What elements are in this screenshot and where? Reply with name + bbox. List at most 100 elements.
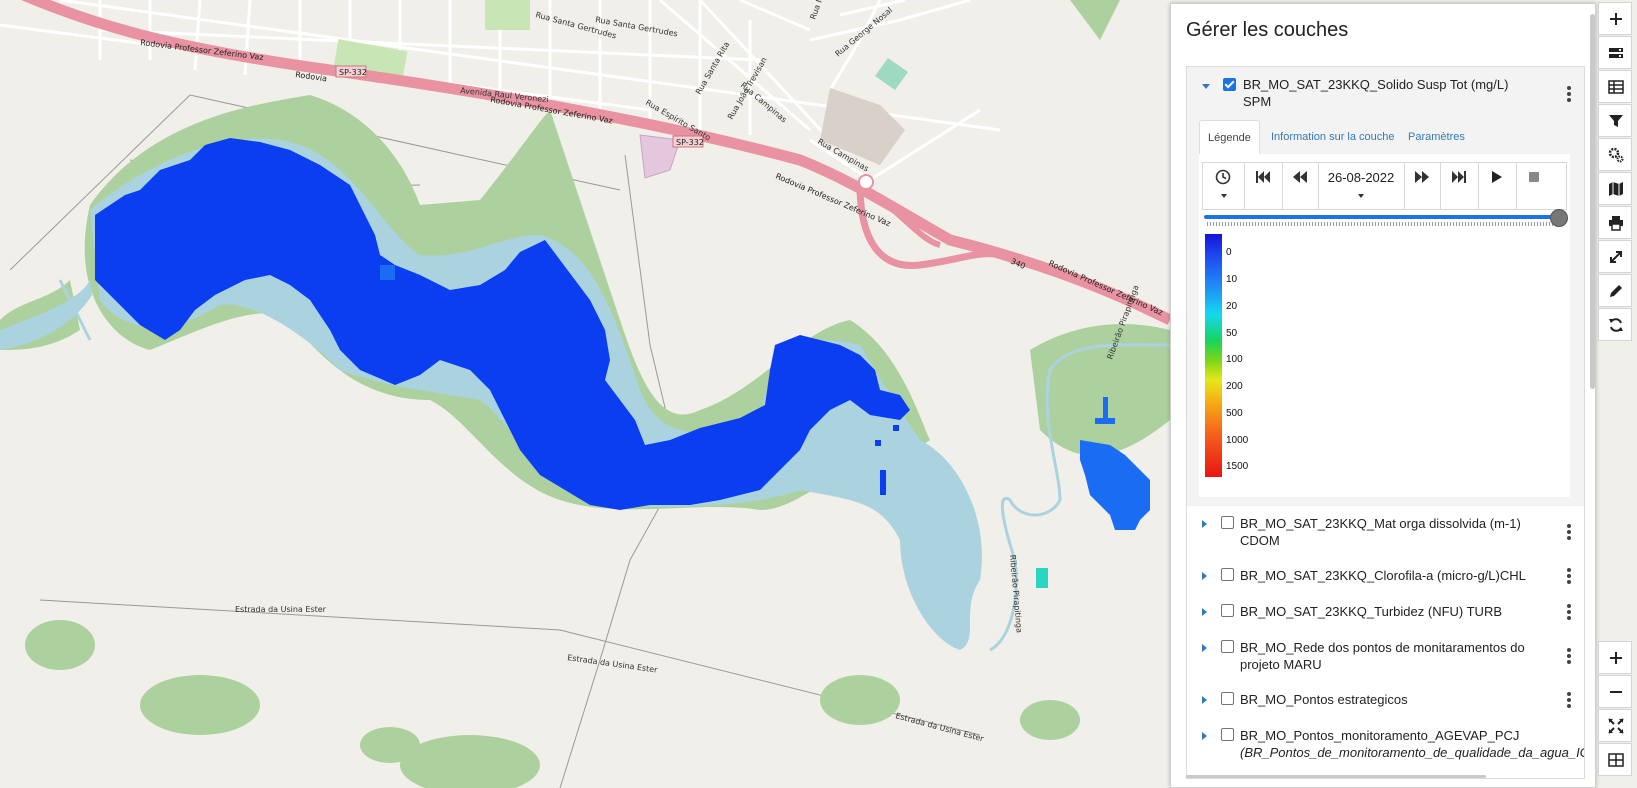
layer-visibility-checkbox[interactable] bbox=[1221, 568, 1234, 581]
layer-menu-icon[interactable] bbox=[1567, 86, 1571, 104]
skip-back-icon bbox=[1256, 171, 1270, 183]
settings-button[interactable] bbox=[1598, 138, 1632, 171]
refresh-icon bbox=[1609, 318, 1623, 332]
expand-caret-icon[interactable] bbox=[1202, 608, 1207, 616]
expand-caret-icon[interactable] bbox=[1202, 696, 1207, 704]
layer-item-pontos-estrategicos: BR_MO_Pontos estrategicos bbox=[1186, 682, 1585, 719]
grid-button[interactable] bbox=[1598, 743, 1632, 776]
skip-forward-icon bbox=[1452, 171, 1466, 183]
time-slider-handle[interactable] bbox=[1550, 209, 1568, 227]
table-icon bbox=[1608, 80, 1624, 94]
layer-item-rede-maru: BR_MO_Rede dos pontos de monitaramentos … bbox=[1186, 630, 1585, 683]
expand-caret-icon[interactable] bbox=[1202, 644, 1207, 652]
layers-button[interactable] bbox=[1598, 36, 1632, 69]
basemap-button[interactable] bbox=[1598, 172, 1632, 205]
layer-name: BR_MO_Pontos_monitoramento_AGEVAP_PCJ (BR… bbox=[1240, 728, 1585, 760]
layer-visibility-checkbox[interactable] bbox=[1221, 640, 1234, 653]
tab-parametres[interactable]: Paramètres bbox=[1400, 120, 1473, 154]
layer-name: BR_MO_SAT_23KKQ_Solido Susp Tot (mg/L) S… bbox=[1243, 77, 1509, 109]
layer-item-spm: BR_MO_SAT_23KKQ_Solido Susp Tot (mg/L) S… bbox=[1186, 66, 1585, 508]
panel-scrollbar[interactable] bbox=[1590, 14, 1595, 389]
stop-button[interactable] bbox=[1516, 163, 1552, 209]
fullscreen-icon bbox=[1608, 718, 1624, 734]
expand-caret-icon[interactable] bbox=[1202, 732, 1207, 740]
svg-text:Estrada da Usina Ester: Estrada da Usina Ester bbox=[235, 605, 327, 614]
tab-information[interactable]: Information sur la couche bbox=[1263, 120, 1403, 154]
layer-name: BR_MO_SAT_23KKQ_Clorofila-a (micro-g/L)C… bbox=[1240, 568, 1526, 583]
layer-visibility-checkbox[interactable] bbox=[1221, 692, 1234, 705]
step-back-icon bbox=[1293, 171, 1307, 183]
layer-item-turb: BR_MO_SAT_23KKQ_Turbidez (NFU) TURB bbox=[1186, 594, 1585, 631]
layer-name: BR_MO_Rede dos pontos de monitaramentos … bbox=[1240, 640, 1525, 672]
stop-icon bbox=[1529, 172, 1539, 182]
date-value: 26-08-2022 bbox=[1327, 170, 1395, 185]
map-toolbar bbox=[1598, 0, 1633, 788]
layer-visibility-checkbox[interactable] bbox=[1223, 78, 1236, 91]
legend-label: 20 bbox=[1226, 301, 1238, 312]
layer-visibility-checkbox[interactable] bbox=[1221, 604, 1234, 617]
layer-visibility-checkbox[interactable] bbox=[1221, 516, 1234, 529]
refresh-button[interactable] bbox=[1598, 308, 1632, 341]
filter-button[interactable] bbox=[1598, 104, 1632, 137]
step-forward-button[interactable] bbox=[1404, 163, 1441, 209]
layer-name: BR_MO_Pontos estrategicos bbox=[1240, 692, 1408, 707]
layer-visibility-checkbox[interactable] bbox=[1221, 728, 1234, 741]
layer-menu-icon[interactable] bbox=[1567, 648, 1571, 666]
legend-color-ramp bbox=[1205, 234, 1222, 477]
grid-icon bbox=[1608, 753, 1624, 767]
draw-button[interactable] bbox=[1598, 274, 1632, 307]
print-button[interactable] bbox=[1598, 206, 1632, 239]
legend-label: 0 bbox=[1226, 247, 1232, 258]
skip-forward-button[interactable] bbox=[1440, 163, 1479, 209]
clock-icon bbox=[1215, 169, 1231, 185]
play-button[interactable] bbox=[1478, 163, 1517, 209]
step-forward-icon bbox=[1415, 171, 1429, 183]
collapse-caret-icon[interactable] bbox=[1202, 84, 1210, 89]
svg-text:SP-332: SP-332 bbox=[339, 68, 367, 77]
zoom-out-button[interactable] bbox=[1598, 675, 1632, 708]
print-icon bbox=[1609, 216, 1623, 231]
layer-name: BR_MO_SAT_23KKQ_Mat orga dissolvida (m-1… bbox=[1240, 516, 1521, 548]
map-icon bbox=[1609, 182, 1623, 196]
time-slider-track[interactable] bbox=[1204, 215, 1554, 219]
legend-label: 1000 bbox=[1226, 435, 1249, 446]
legend-label: 200 bbox=[1226, 381, 1243, 392]
legend-label: 1500 bbox=[1226, 461, 1249, 472]
time-slider-ticks bbox=[1207, 222, 1559, 226]
legend-panel: 26-08-2022 0 10 20 50 100 200 500 1000 1… bbox=[1199, 154, 1570, 497]
layer-menu-icon[interactable] bbox=[1567, 524, 1571, 542]
expand-button[interactable] bbox=[1598, 240, 1632, 273]
chevron-down-icon bbox=[1358, 194, 1364, 198]
date-select[interactable]: 26-08-2022 bbox=[1318, 163, 1405, 209]
zoom-in-icon bbox=[1610, 652, 1622, 664]
play-icon bbox=[1492, 171, 1502, 183]
layer-tabs: Légende Information sur la couche Paramè… bbox=[1199, 120, 1573, 155]
time-toolbar: 26-08-2022 bbox=[1202, 162, 1567, 210]
fullscreen-button[interactable] bbox=[1598, 709, 1632, 742]
zoom-in-button[interactable] bbox=[1598, 641, 1632, 674]
skip-back-button[interactable] bbox=[1244, 163, 1283, 209]
legend-label: 100 bbox=[1226, 354, 1243, 365]
attribute-table-button[interactable] bbox=[1598, 70, 1632, 103]
layer-item-chl: BR_MO_SAT_23KKQ_Clorofila-a (micro-g/L)C… bbox=[1186, 558, 1585, 595]
panel-title: Gérer les couches bbox=[1186, 19, 1349, 41]
layer-item-agevap: BR_MO_Pontos_monitoramento_AGEVAP_PCJ (BR… bbox=[1186, 718, 1585, 779]
expand-caret-icon[interactable] bbox=[1202, 520, 1207, 528]
time-mode-button[interactable] bbox=[1203, 163, 1245, 209]
filter-icon bbox=[1609, 115, 1623, 127]
layer-name: BR_MO_SAT_23KKQ_Turbidez (NFU) TURB bbox=[1240, 604, 1502, 619]
layer-item-cdom: BR_MO_SAT_23KKQ_Mat orga dissolvida (m-1… bbox=[1186, 506, 1585, 559]
step-back-button[interactable] bbox=[1282, 163, 1319, 209]
horizontal-scrollbar[interactable] bbox=[1186, 775, 1486, 778]
layer-menu-icon[interactable] bbox=[1567, 568, 1571, 586]
layer-menu-icon[interactable] bbox=[1567, 604, 1571, 622]
add-layer-button[interactable] bbox=[1598, 2, 1632, 35]
plus-icon bbox=[1610, 13, 1622, 25]
layer-manager-panel: Gérer les couches BR_MO_SAT_23KKQ_Solido… bbox=[1170, 3, 1596, 788]
layer-menu-icon[interactable] bbox=[1567, 692, 1571, 710]
expand-caret-icon[interactable] bbox=[1202, 572, 1207, 580]
tab-legende[interactable]: Légende bbox=[1199, 120, 1260, 155]
pencil-icon bbox=[1610, 285, 1622, 297]
legend-label: 10 bbox=[1226, 274, 1238, 285]
legend-label: 500 bbox=[1226, 408, 1243, 419]
